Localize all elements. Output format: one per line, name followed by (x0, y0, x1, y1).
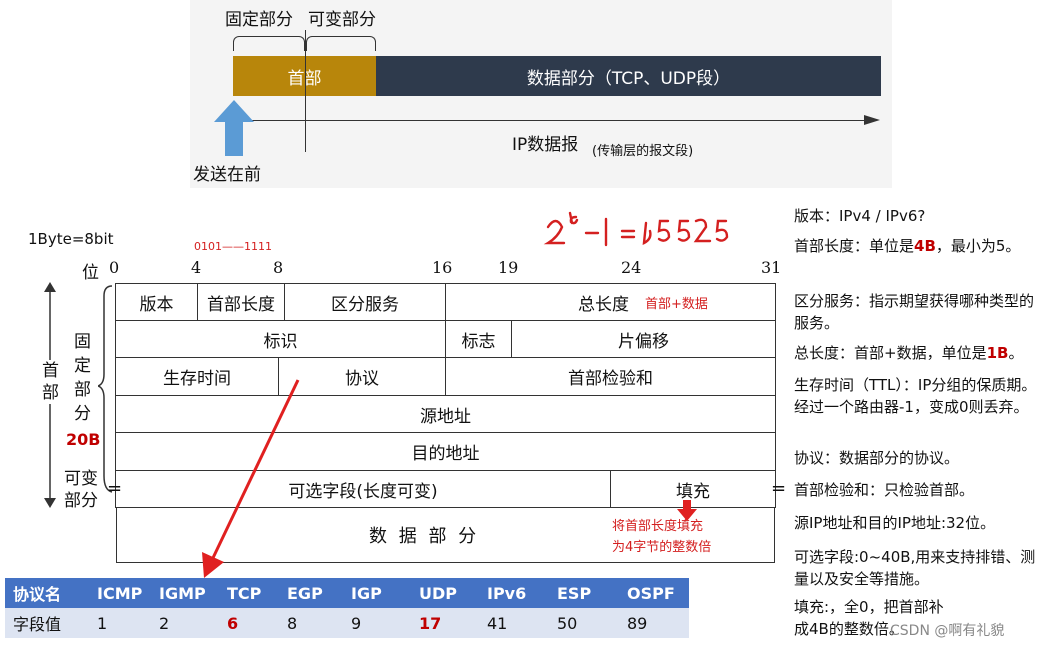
data-segment: 数据部分（TCP、UDP段） (376, 56, 881, 96)
variable-part-bracket (306, 36, 376, 51)
bit-position: 19 (498, 258, 519, 277)
note-tos: 区分服务：指示期望获得哪种类型的服务。 (794, 292, 1035, 332)
side-header-label: 首部 (42, 360, 64, 404)
table-header-cell: IGP (343, 578, 411, 608)
csdn-watermark: CSDN @啊有礼貌 (890, 623, 1005, 639)
table-header-cell: ESP (549, 578, 619, 608)
table-cell: 9 (343, 608, 411, 638)
note-total-length: 总长度：首部+数据，单位是1B。 (794, 342, 1040, 364)
note-protocol: 协议：数据部分的协议。 (794, 449, 960, 467)
table-header-cell: ICMP (89, 578, 151, 608)
protocol-table-header-row: 协议名 ICMP IGMP TCP EGP IGP UDP IPv6 ESP O… (5, 578, 689, 608)
bit-label: 位 (82, 263, 99, 283)
protocol-pointer-arrow-icon (202, 379, 300, 578)
transport-segment-label: (传输层的报文段) (592, 144, 694, 159)
note-ttl: 生存时间（TTL）：IP分组的保质期。经过一个路由器-1，变成0则丢弃。 (794, 376, 1037, 416)
byte-bit-note: 1Byte=8bit (28, 230, 114, 248)
options-continuation-mark-left: = (107, 478, 123, 499)
table-header-cell: EGP (279, 578, 343, 608)
table-header-cell: UDP (411, 578, 479, 608)
field-flags: 标志 (445, 320, 512, 358)
fixed-part-brace-icon (98, 285, 113, 493)
field-total-length: 总长度 首部+数据 (445, 283, 776, 321)
table-cell-highlight: 17 (411, 608, 479, 638)
ip-datagram-label: IP数据报 (512, 135, 579, 155)
table-header-cell: OSPF (619, 578, 689, 608)
note-header-length-c: ，最小为5。 (935, 237, 1021, 255)
padding-note: 将首部长度填充 为4字节的整数倍 (612, 516, 711, 558)
datagram-axis (233, 120, 873, 121)
fixed-part-label: 固定部分 (225, 10, 293, 30)
note-header-length-a: 首部长度：单位是 (794, 237, 915, 255)
note-total-length-a: 总长度：首部+数据，单位是 (794, 344, 987, 362)
send-direction-arrow-icon (214, 100, 254, 156)
side-fixed-label: 固定部分 (74, 332, 91, 424)
note-addresses: 源IP地址和目的IP地址:32位。 (794, 514, 996, 532)
twenty-bytes-label: 20B (66, 430, 101, 449)
field-header-checksum: 首部检验和 (445, 357, 776, 396)
send-first-label: 发送在前 (193, 165, 261, 185)
handwritten-65535 (543, 211, 729, 247)
total-length-note: 首部+数据 (645, 296, 708, 312)
table-cell: 89 (619, 608, 689, 638)
note-version: 版本：IPv4 / IPv6? (794, 207, 926, 225)
note-header-length-b: 4B (914, 237, 936, 255)
table-cell: 1 (89, 608, 151, 638)
table-cell: 41 (479, 608, 549, 638)
table-header-cell: IGMP (151, 578, 219, 608)
bit-position: 16 (432, 258, 453, 277)
field-type-of-service: 区分服务 (284, 283, 446, 321)
table-cell: 2 (151, 608, 219, 638)
bits-note: 0101——1111 (194, 240, 272, 253)
field-version: 版本 (115, 283, 198, 321)
field-header-length: 首部长度 (197, 283, 285, 321)
total-length-label: 总长度 (578, 294, 629, 315)
note-total-length-c: 。 (1008, 344, 1024, 362)
protocol-table: 协议名 ICMP IGMP TCP EGP IGP UDP IPv6 ESP O… (5, 578, 689, 638)
table-header-cell: 协议名 (5, 578, 89, 608)
variable-part-label: 可变部分 (308, 10, 376, 30)
bit-position: 31 (761, 258, 782, 277)
padding-note-line: 将首部长度填充 (612, 519, 704, 534)
options-continuation-mark-right: = (771, 478, 787, 499)
field-fragment-offset: 片偏移 (511, 320, 776, 358)
bit-position: 4 (191, 258, 202, 277)
note-checksum: 首部检验和：只检验首部。 (794, 481, 975, 499)
table-cell: 50 (549, 608, 619, 638)
field-identification: 标识 (115, 320, 446, 358)
note-options: 可选字段:0~40B,用来支持排错、测量以及安全等措施。 (794, 548, 1036, 588)
divider-line (305, 30, 306, 152)
bit-position: 24 (621, 258, 642, 277)
table-cell: 字段值 (5, 608, 89, 638)
bit-position: 8 (273, 258, 284, 277)
bit-position: 0 (109, 258, 120, 277)
table-cell: 8 (279, 608, 343, 638)
note-total-length-b: 1B (986, 344, 1009, 362)
table-header-cell: TCP (219, 578, 279, 608)
fixed-part-bracket (233, 36, 305, 51)
note-header-length: 首部长度：单位是4B，最小为5。 (794, 235, 1040, 257)
protocol-table-value-row: 字段值 1 2 6 8 9 17 41 50 89 (5, 608, 689, 638)
table-header-cell: IPv6 (479, 578, 549, 608)
padding-note-line: 为4字节的整数倍 (612, 540, 712, 555)
table-cell-highlight: 6 (219, 608, 279, 638)
axis-arrow-icon (864, 115, 880, 125)
